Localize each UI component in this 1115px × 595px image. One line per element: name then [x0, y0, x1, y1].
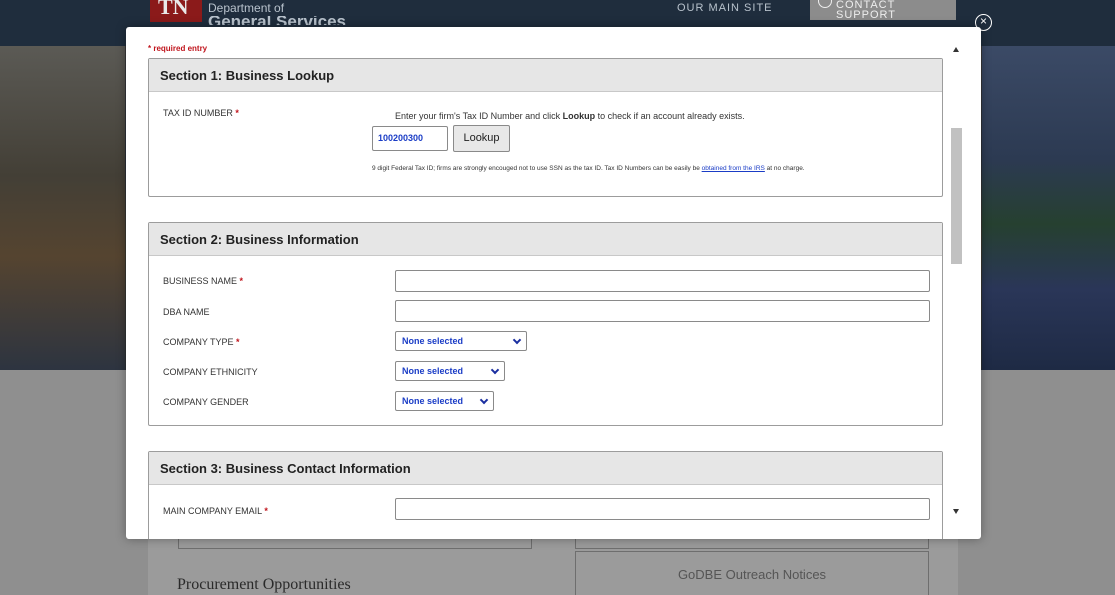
lookup-button[interactable]: Lookup	[453, 125, 510, 152]
main-site-link[interactable]: OUR MAIN SITE	[677, 2, 773, 12]
scroll-down-icon[interactable]	[953, 509, 959, 514]
company-type-select[interactable]: None selected	[395, 331, 527, 351]
business-name-label: BUSINESS NAME *	[163, 276, 244, 286]
godbe-outreach-button[interactable]: GoDBE Outreach Notices	[575, 551, 929, 595]
tax-id-input[interactable]: 100200300	[372, 126, 448, 151]
department-title: Department of General Services	[208, 1, 346, 25]
city-image	[982, 46, 1115, 370]
required-star: *	[239, 276, 244, 286]
modal-scroll-content: * required entry Section 1: Business Loo…	[126, 27, 948, 539]
tn-logo: TN	[150, 0, 202, 22]
section-title: Section 1: Business Lookup	[149, 59, 942, 92]
irs-link[interactable]: obtained from the IRS	[702, 165, 765, 172]
section-business-lookup: Section 1: Business Lookup TAX ID NUMBER…	[148, 58, 943, 197]
section-title: Section 2: Business Information	[149, 223, 942, 256]
main-email-input[interactable]	[395, 498, 930, 520]
business-name-input[interactable]	[395, 270, 930, 292]
section-business-information: Section 2: Business Information BUSINESS…	[148, 222, 943, 426]
tax-id-label: TAX ID NUMBER *	[163, 108, 239, 118]
company-type-label: COMPANY TYPE *	[163, 337, 240, 347]
company-gender-select[interactable]: None selected	[395, 391, 494, 411]
section-title: Section 3: Business Contact Information	[149, 452, 942, 485]
dba-name-label: DBA NAME	[163, 307, 210, 317]
required-entry-note: * required entry	[148, 44, 208, 53]
chevron-down-icon	[490, 365, 500, 375]
chevron-down-icon	[479, 395, 489, 405]
section-business-contact: Section 3: Business Contact Information …	[148, 451, 943, 539]
bridge-image	[0, 46, 125, 370]
company-gender-label: COMPANY GENDER	[163, 397, 249, 407]
modal-scrollbar[interactable]	[948, 27, 965, 539]
required-star: *	[236, 337, 240, 347]
dba-name-input[interactable]	[395, 300, 930, 322]
registration-modal: * required entry Section 1: Business Loo…	[126, 27, 981, 539]
required-star: *	[264, 506, 268, 516]
contact-support-button[interactable]: CONTACT SUPPORT	[810, 0, 956, 20]
scroll-up-icon[interactable]	[953, 47, 959, 52]
required-star: *	[235, 108, 239, 118]
main-email-label: MAIN COMPANY EMAIL *	[163, 506, 268, 516]
procurement-heading: Procurement Opportunities	[177, 576, 351, 593]
chevron-down-icon	[512, 335, 522, 345]
tax-id-description: Enter your firm's Tax ID Number and clic…	[395, 111, 745, 121]
company-ethnicity-label: COMPANY ETHNICITY	[163, 367, 258, 377]
company-ethnicity-select[interactable]: None selected	[395, 361, 505, 381]
tax-id-help-text: 9 digit Federal Tax ID; firms are strong…	[372, 165, 805, 172]
scroll-thumb[interactable]	[951, 128, 962, 264]
